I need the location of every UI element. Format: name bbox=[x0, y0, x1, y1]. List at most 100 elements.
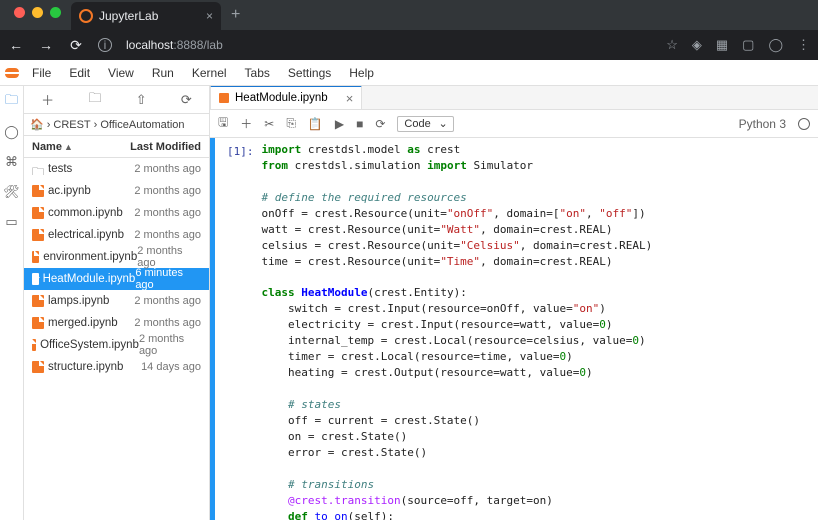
extension-icon[interactable]: ◈ bbox=[692, 37, 702, 53]
code-cell[interactable]: [1]: import crestdsl.model as crest from… bbox=[210, 138, 818, 520]
translate-icon[interactable]: ▦ bbox=[716, 37, 728, 53]
new-tab-button[interactable]: + bbox=[221, 6, 250, 24]
file-row[interactable]: merged.ipynb2 months ago bbox=[24, 312, 209, 334]
file-modified: 2 months ago bbox=[139, 333, 201, 357]
restart-icon[interactable]: ⟳ bbox=[375, 117, 385, 131]
document-tabs: HeatModule.ipynb × bbox=[210, 86, 818, 110]
file-row[interactable]: lamps.ipynb 2 months ago bbox=[24, 290, 209, 312]
menu-settings[interactable]: Settings bbox=[280, 62, 339, 84]
notebook-toolbar: 🖫 ＋ ✂ ⎘ 📋 ▶ ■ ⟳ Code Python 3 bbox=[210, 110, 818, 138]
cut-icon[interactable]: ✂ bbox=[264, 117, 274, 131]
menu-edit[interactable]: Edit bbox=[61, 62, 98, 84]
jupyter-menubar: FileEditViewRunKernelTabsSettingsHelp bbox=[0, 60, 818, 86]
file-name: electrical.ipynb bbox=[48, 229, 124, 241]
file-row[interactable]: electrical.ipynb 2 months ago bbox=[24, 224, 209, 246]
save-icon[interactable]: 🖫 bbox=[218, 113, 228, 134]
breadcrumb-seg[interactable]: OfficeAutomation bbox=[100, 119, 184, 131]
file-modified: 2 months ago bbox=[134, 295, 201, 307]
menu-run[interactable]: Run bbox=[144, 62, 182, 84]
menu-help[interactable]: Help bbox=[341, 62, 382, 84]
file-name: environment.ipynb bbox=[43, 251, 137, 263]
file-modified: 2 months ago bbox=[134, 207, 201, 219]
filebrowser-tab-icon[interactable]: 🗀 bbox=[4, 94, 20, 110]
kernel-status-icon[interactable] bbox=[798, 118, 810, 130]
jupyterlab-app: FileEditViewRunKernelTabsSettingsHelp 🗀 … bbox=[0, 60, 818, 520]
browser-tab[interactable]: JupyterLab × bbox=[71, 2, 221, 30]
notebook-icon bbox=[32, 317, 44, 329]
document-tab-title: HeatModule.ipynb bbox=[235, 92, 328, 104]
profile-icon[interactable]: ◯ bbox=[768, 37, 783, 53]
filebrowser-toolbar: ＋ 🗀 ⇧ ⟳ bbox=[24, 86, 209, 114]
run-icon[interactable]: ▶ bbox=[335, 117, 344, 131]
left-activity-bar: 🗀 ◯ ⌘ 🛠 ▭ bbox=[0, 86, 24, 520]
file-name: common.ipynb bbox=[48, 207, 123, 219]
address-bar[interactable]: localhost:8888/lab bbox=[126, 38, 652, 52]
new-folder-icon[interactable]: 🗀 bbox=[88, 89, 101, 111]
breadcrumb[interactable]: 🏠 › CREST › OfficeAutomation bbox=[24, 114, 209, 136]
insert-cell-icon[interactable]: ＋ bbox=[240, 115, 252, 132]
paste-icon[interactable]: 📋 bbox=[308, 117, 323, 131]
close-document-icon[interactable]: × bbox=[346, 91, 354, 106]
document-tab[interactable]: HeatModule.ipynb × bbox=[210, 86, 362, 109]
file-modified: 2 months ago bbox=[137, 245, 201, 269]
refresh-icon[interactable]: ⟳ bbox=[181, 92, 192, 108]
jupyter-logo-icon bbox=[0, 59, 24, 87]
menu-items: FileEditViewRunKernelTabsSettingsHelp bbox=[24, 62, 382, 84]
nav-reload-icon[interactable]: ⟳ bbox=[68, 37, 84, 54]
new-launcher-icon[interactable]: ＋ bbox=[41, 90, 54, 109]
file-row[interactable]: HeatModule.ipynb6 minutes ago bbox=[24, 268, 209, 290]
code-editor[interactable]: import crestdsl.model as crest from cres… bbox=[262, 142, 818, 520]
file-name: structure.ipynb bbox=[48, 361, 123, 373]
home-icon[interactable]: 🏠 bbox=[30, 118, 44, 131]
file-row[interactable]: common.ipynb 2 months ago bbox=[24, 202, 209, 224]
filebrowser-panel: ＋ 🗀 ⇧ ⟳ 🏠 › CREST › OfficeAutomation Nam… bbox=[24, 86, 210, 520]
menu-file[interactable]: File bbox=[24, 62, 59, 84]
commands-tab-icon[interactable]: ⌘ bbox=[4, 154, 20, 170]
notebook-icon bbox=[32, 207, 44, 219]
menu-tabs[interactable]: Tabs bbox=[237, 62, 278, 84]
upload-icon[interactable]: ⇧ bbox=[136, 92, 147, 108]
file-row[interactable]: OfficeSystem.ipynb2 months ago bbox=[24, 334, 209, 356]
menu-view[interactable]: View bbox=[100, 62, 142, 84]
main-panel: HeatModule.ipynb × 🖫 ＋ ✂ ⎘ 📋 ▶ ■ ⟳ Code … bbox=[210, 86, 818, 520]
window-controls[interactable] bbox=[8, 7, 71, 24]
sort-asc-icon: ▲ bbox=[64, 142, 73, 152]
notebook-icon bbox=[32, 295, 44, 307]
tools-tab-icon[interactable]: 🛠 bbox=[4, 184, 20, 200]
cast-icon[interactable]: ▢ bbox=[742, 37, 754, 53]
close-tab-icon[interactable]: × bbox=[206, 9, 213, 23]
file-modified: 14 days ago bbox=[141, 361, 201, 373]
stop-icon[interactable]: ■ bbox=[356, 117, 363, 131]
site-info-icon[interactable]: i bbox=[98, 38, 112, 52]
kebab-menu-icon[interactable]: ⋮ bbox=[797, 37, 810, 53]
file-name: lamps.ipynb bbox=[48, 295, 109, 307]
tabs-tab-icon[interactable]: ▭ bbox=[4, 214, 20, 230]
running-tab-icon[interactable]: ◯ bbox=[4, 124, 20, 140]
menu-kernel[interactable]: Kernel bbox=[184, 62, 235, 84]
close-window-icon[interactable] bbox=[14, 7, 25, 18]
notebook-icon bbox=[32, 361, 44, 373]
file-modified: 2 months ago bbox=[134, 229, 201, 241]
browser-tab-strip: JupyterLab × + bbox=[0, 0, 818, 30]
kernel-name[interactable]: Python 3 bbox=[739, 117, 786, 131]
filebrowser-header[interactable]: Name▲ Last Modified bbox=[24, 136, 209, 158]
minimize-window-icon[interactable] bbox=[32, 7, 43, 18]
star-icon[interactable]: ☆ bbox=[666, 37, 678, 53]
file-modified: 2 months ago bbox=[134, 163, 201, 175]
nav-back-icon[interactable]: ← bbox=[8, 37, 24, 53]
file-row[interactable]: ac.ipynb 2 months ago bbox=[24, 180, 209, 202]
nav-forward-icon[interactable]: → bbox=[38, 37, 54, 53]
breadcrumb-seg[interactable]: CREST bbox=[53, 119, 90, 131]
file-modified: 2 months ago bbox=[134, 185, 201, 197]
file-row[interactable]: tests2 months ago bbox=[24, 158, 209, 180]
file-row[interactable]: environment.ipynb2 months ago bbox=[24, 246, 209, 268]
file-name: OfficeSystem.ipynb bbox=[40, 339, 139, 351]
copy-icon[interactable]: ⎘ bbox=[286, 116, 296, 131]
notebook-cells[interactable]: [1]: import crestdsl.model as crest from… bbox=[210, 138, 818, 520]
file-modified: 6 minutes ago bbox=[135, 267, 201, 291]
maximize-window-icon[interactable] bbox=[50, 7, 61, 18]
file-name: ac.ipynb bbox=[48, 185, 91, 197]
file-row[interactable]: structure.ipynb 14 days ago bbox=[24, 356, 209, 378]
cell-type-select[interactable]: Code bbox=[397, 116, 453, 132]
file-modified: 2 months ago bbox=[134, 317, 201, 329]
